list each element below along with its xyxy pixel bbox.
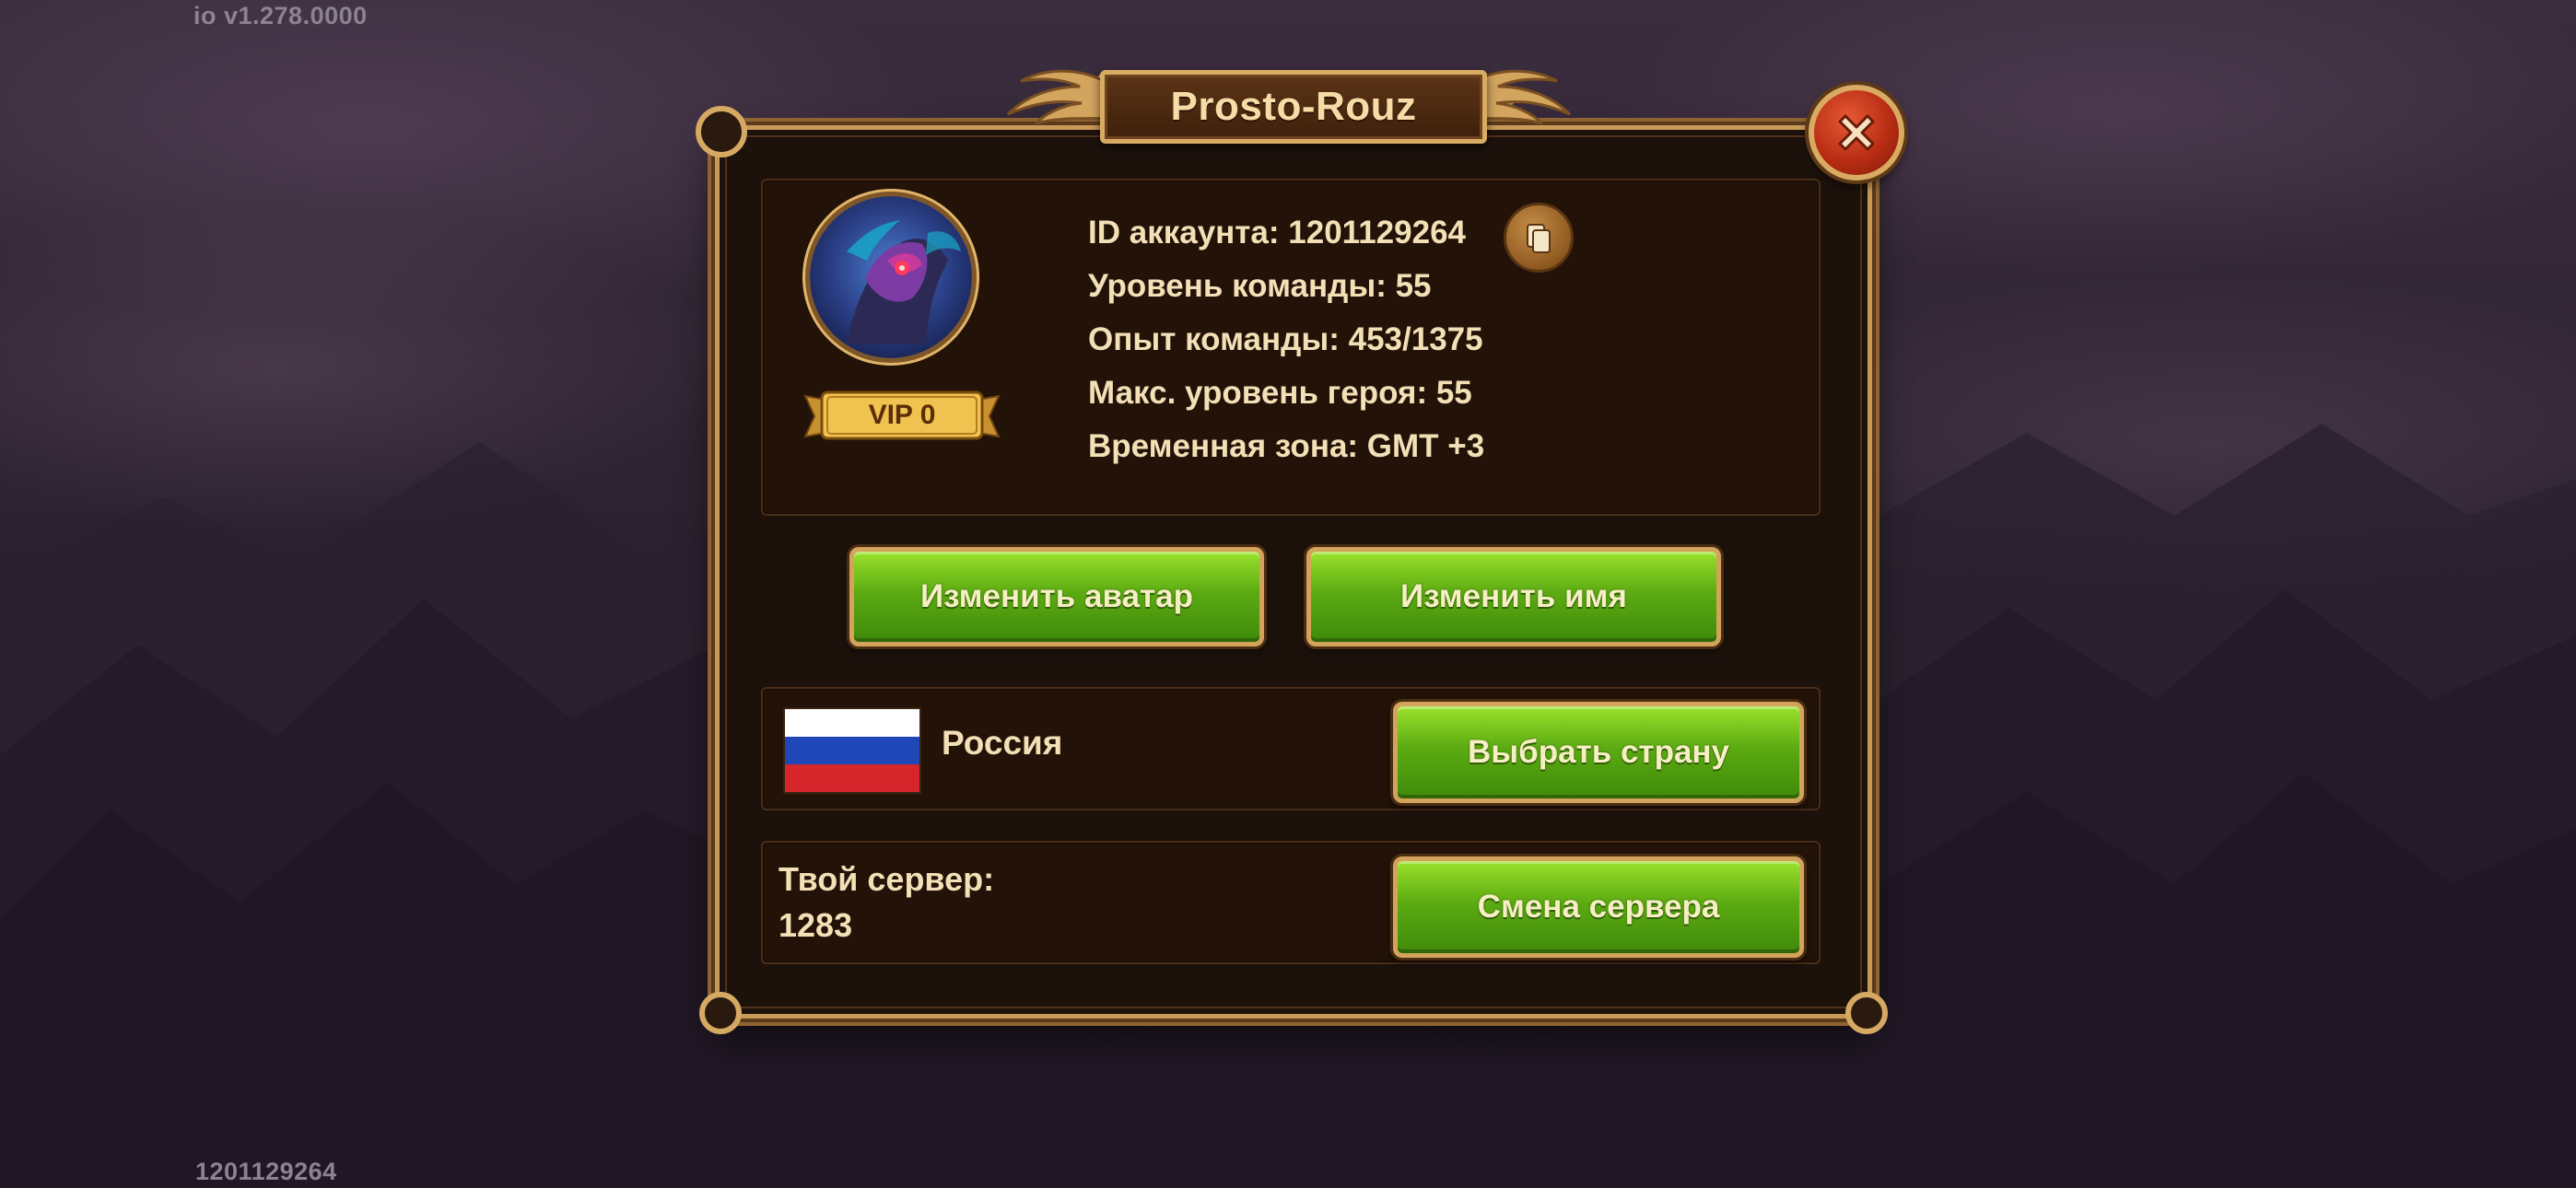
vip-badge[interactable]: VIP 0 — [802, 387, 1002, 444]
copy-id-button[interactable] — [1504, 203, 1574, 273]
close-button[interactable] — [1809, 85, 1904, 181]
footer-account-id: 1201129264 — [195, 1158, 337, 1185]
server-number: 1283 — [779, 906, 853, 944]
corner-ornament — [1845, 992, 1888, 1034]
team-exp-text: Опыт команды: 453/1375 — [1088, 321, 1483, 357]
close-icon — [1838, 114, 1875, 151]
change-avatar-button[interactable]: Изменить аватар — [849, 547, 1264, 646]
hero-avatar-icon — [810, 196, 972, 358]
change-server-button[interactable]: Смена сервера — [1393, 856, 1804, 958]
corner-ornament — [699, 992, 742, 1034]
avatar[interactable] — [805, 192, 977, 363]
country-name: Россия — [942, 724, 1063, 762]
dialog-title: Prosto-Rouz — [1170, 84, 1417, 129]
timezone-text: Временная зона: GMT +3 — [1088, 428, 1485, 464]
dialog-title-plaque: Prosto-Rouz — [999, 57, 1579, 168]
title-plaque: Prosto-Rouz — [1100, 70, 1487, 144]
select-country-button[interactable]: Выбрать страну — [1393, 702, 1804, 803]
profile-info-list: ID аккаунта: 1201129264 Уровень команды:… — [1088, 206, 1484, 473]
change-name-button[interactable]: Изменить имя — [1306, 547, 1721, 646]
russia-flag-icon — [783, 707, 921, 794]
server-label: Твой сервер: — [779, 860, 995, 898]
corner-ornament — [696, 106, 747, 157]
account-id-text: ID аккаунта: 1201129264 — [1088, 215, 1467, 250]
team-level-text: Уровень команды: 55 — [1088, 268, 1432, 304]
copy-icon — [1527, 224, 1551, 253]
max-hero-level-text: Макс. уровень героя: 55 — [1088, 375, 1472, 411]
vip-label: VIP 0 — [868, 400, 936, 430]
version-label: io v1.278.0000 — [193, 2, 368, 29]
